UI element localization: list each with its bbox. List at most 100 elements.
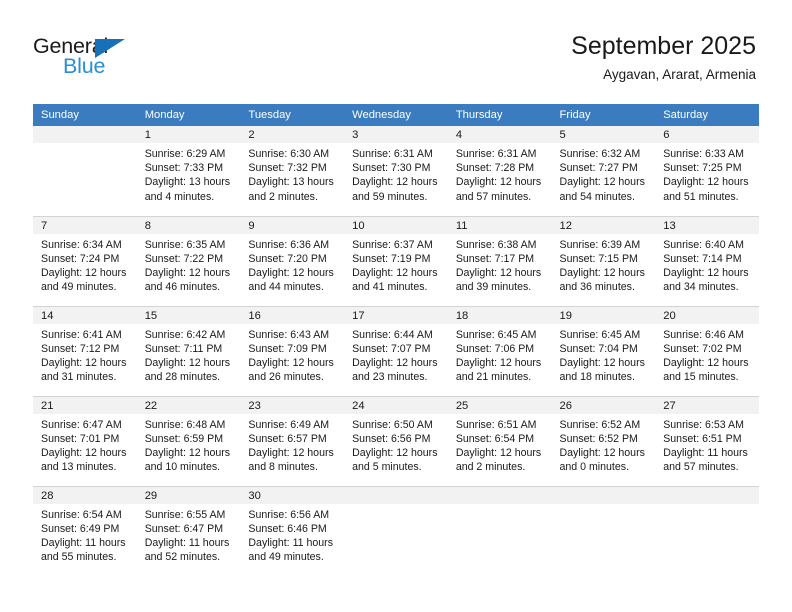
sunset-text: Sunset: 7:09 PM xyxy=(248,342,327,355)
calendar-day-cell[interactable]: 4 Sunrise: 6:31 AM Sunset: 7:28 PM Daylight… xyxy=(447,126,552,216)
sunset-text: Sunset: 7:07 PM xyxy=(352,342,431,355)
calendar-day-cell[interactable]: 10 Sunrise: 6:37 AM Sunset: 7:19 PM Dayligh… xyxy=(344,215,448,306)
calendar-day-cell[interactable]: 6 Sunrise: 6:33 AM Sunset: 7:25 PM Daylight… xyxy=(655,126,759,216)
day-details: Sunrise: 6:29 AM Sunset: 7:33 PM Daylight:… xyxy=(137,143,241,204)
sunset-text: Sunset: 7:01 PM xyxy=(41,432,120,445)
sunset-text: Sunset: 7:22 PM xyxy=(144,252,224,265)
calendar-day-cell[interactable]: 22 Sunrise: 6:48 AM Sunset: 6:59 PM Dayligh… xyxy=(136,395,241,486)
calendar-day-cell[interactable]: 21 Sunrise: 6:47 AM Sunset: 7:01 PM Dayligh… xyxy=(33,395,137,486)
calendar-week-row: 28 Sunrise: 6:54 AM Sunset: 6:49 PM Dayligh… xyxy=(33,485,759,576)
calendar-day-cell[interactable]: 27 Sunrise: 6:53 AM Sunset: 6:51 PM Dayligh… xyxy=(655,395,759,486)
sunrise-text: Sunrise: 6:37 AM xyxy=(352,238,433,251)
weekday-header-tuesday: Tuesday xyxy=(240,104,345,126)
daylight-text-line2: and 59 minutes. xyxy=(352,190,428,203)
day-number: 9 xyxy=(240,216,345,234)
calendar-day-cell[interactable]: 9 Sunrise: 6:36 AM Sunset: 7:20 PM Daylight… xyxy=(240,215,345,306)
calendar-day-cell[interactable]: 2 Sunrise: 6:30 AM Sunset: 7:32 PM Daylight… xyxy=(240,126,345,216)
daylight-text-line1: Daylight: 12 hours xyxy=(41,446,127,459)
day-number: 13 xyxy=(655,216,759,234)
daylight-text-line2: and 13 minutes. xyxy=(41,461,117,474)
day-number: 11 xyxy=(447,216,552,234)
daylight-text-line1: Daylight: 12 hours xyxy=(663,356,749,369)
calendar-day-cell[interactable]: 11 Sunrise: 6:38 AM Sunset: 7:17 PM Dayligh… xyxy=(447,215,552,306)
sunset-text: Sunset: 6:52 PM xyxy=(559,432,638,445)
daylight-text-line2: and 8 minutes. xyxy=(248,461,318,474)
daylight-text-line1: Daylight: 12 hours xyxy=(41,356,127,369)
day-number: 18 xyxy=(447,306,552,324)
daylight-text-line2: and 52 minutes. xyxy=(144,551,221,564)
daylight-text-line2: and 5 minutes. xyxy=(352,461,422,474)
sunrise-text: Sunrise: 6:49 AM xyxy=(248,418,330,431)
daylight-text-line2: and 2 minutes. xyxy=(248,190,318,203)
daylight-text-line2: and 39 minutes. xyxy=(455,281,532,294)
calendar-day-cell[interactable]: 29 Sunrise: 6:55 AM Sunset: 6:47 PM Dayligh… xyxy=(136,485,241,576)
calendar-week-row: 14 Sunrise: 6:41 AM Sunset: 7:12 PM Dayligh… xyxy=(33,305,759,396)
day-number: 17 xyxy=(344,306,448,324)
day-details: Sunrise: 6:32 AM Sunset: 7:27 PM Daylight:… xyxy=(552,143,656,204)
general-blue-logo[interactable]: General Blue xyxy=(33,35,153,84)
day-number: 5 xyxy=(551,126,656,143)
day-number: 6 xyxy=(655,126,759,143)
sunset-text: Sunset: 7:14 PM xyxy=(663,252,742,265)
calendar-day-cell[interactable]: 16 Sunrise: 6:43 AM Sunset: 7:09 PM Dayligh… xyxy=(240,305,345,396)
day-details: Sunrise: 6:43 AM Sunset: 7:09 PM Daylight:… xyxy=(240,324,344,385)
sunset-text: Sunset: 6:49 PM xyxy=(41,522,120,535)
daylight-text-line2: and 18 minutes. xyxy=(559,371,635,384)
calendar-day-cell[interactable]: 20 Sunrise: 6:46 AM Sunset: 7:02 PM Dayligh… xyxy=(655,305,759,396)
calendar-day-cell[interactable]: 23 Sunrise: 6:49 AM Sunset: 6:57 PM Dayligh… xyxy=(240,395,345,486)
day-details: Sunrise: 6:31 AM Sunset: 7:30 PM Daylight:… xyxy=(344,143,448,204)
calendar-day-cell[interactable]: 25 Sunrise: 6:51 AM Sunset: 6:54 PM Dayligh… xyxy=(447,395,552,486)
calendar-day-cell[interactable]: 8 Sunrise: 6:35 AM Sunset: 7:22 PM Daylight… xyxy=(136,215,241,306)
daylight-text-line1: Daylight: 11 hours xyxy=(248,536,334,549)
daylight-text-line2: and 2 minutes. xyxy=(455,461,526,474)
day-number: 20 xyxy=(655,306,759,324)
daylight-text-line1: Daylight: 11 hours xyxy=(41,536,126,549)
weekday-header-sunday: Sunday xyxy=(33,104,137,126)
sunrise-text: Sunrise: 6:46 AM xyxy=(663,328,744,341)
calendar-day-cell[interactable]: 1 Sunrise: 6:29 AM Sunset: 7:33 PM Daylight… xyxy=(136,126,241,216)
day-details: Sunrise: 6:48 AM Sunset: 6:59 PM Daylight:… xyxy=(137,414,241,475)
daylight-text-line1: Daylight: 12 hours xyxy=(352,176,438,189)
sunset-text: Sunset: 7:24 PM xyxy=(41,252,120,265)
calendar-day-cell[interactable]: 14 Sunrise: 6:41 AM Sunset: 7:12 PM Dayligh… xyxy=(33,305,137,396)
weekday-header-wednesday: Wednesday xyxy=(344,104,448,126)
calendar-day-cell[interactable]: 26 Sunrise: 6:52 AM Sunset: 6:52 PM Dayligh… xyxy=(551,395,656,486)
calendar-day-cell[interactable]: 19 Sunrise: 6:45 AM Sunset: 7:04 PM Dayligh… xyxy=(551,305,656,396)
daylight-text-line1: Daylight: 12 hours xyxy=(352,266,438,279)
day-number: 25 xyxy=(447,396,552,414)
sunset-text: Sunset: 6:47 PM xyxy=(144,522,224,535)
daylight-text-line1: Daylight: 12 hours xyxy=(352,446,438,459)
calendar-day-cell[interactable]: 7 Sunrise: 6:34 AM Sunset: 7:24 PM Daylight… xyxy=(33,215,137,306)
sunset-text: Sunset: 7:11 PM xyxy=(144,342,223,355)
daylight-text-line2: and 36 minutes. xyxy=(559,281,635,294)
sunrise-text: Sunrise: 6:40 AM xyxy=(663,238,744,251)
calendar-day-cell[interactable]: 3 Sunrise: 6:31 AM Sunset: 7:30 PM Daylight… xyxy=(344,126,448,216)
sunset-text: Sunset: 7:17 PM xyxy=(455,252,535,265)
calendar-day-cell[interactable]: 28 Sunrise: 6:54 AM Sunset: 6:49 PM Dayligh… xyxy=(33,485,137,576)
weekday-header-thursday: Thursday xyxy=(447,104,552,126)
calendar-day-cell[interactable]: 30 Sunrise: 6:56 AM Sunset: 6:46 PM Dayligh… xyxy=(240,485,345,576)
daylight-text-line2: and 31 minutes. xyxy=(41,371,117,384)
calendar-day-cell[interactable]: 15 Sunrise: 6:42 AM Sunset: 7:11 PM Dayligh… xyxy=(136,305,241,396)
calendar-grid: Sunday Monday Tuesday Wednesday Thursday Frid… xyxy=(33,104,759,576)
sunrise-text: Sunrise: 6:41 AM xyxy=(41,328,122,341)
sunrise-text: Sunrise: 6:51 AM xyxy=(455,418,537,431)
day-details: Sunrise: 6:40 AM Sunset: 7:14 PM Daylight:… xyxy=(655,234,759,295)
calendar-day-cell[interactable]: 24 Sunrise: 6:50 AM Sunset: 6:56 PM Dayligh… xyxy=(344,395,448,486)
daylight-text-line1: Daylight: 12 hours xyxy=(144,356,231,369)
calendar-day-cell[interactable]: 12 Sunrise: 6:39 AM Sunset: 7:15 PM Dayligh… xyxy=(551,215,656,306)
weekday-header-row: Sunday Monday Tuesday Wednesday Thursday Frid… xyxy=(33,104,759,126)
page-header: General Blue September 2025 Aygavan, Ara… xyxy=(0,0,792,104)
calendar-day-cell[interactable]: 18 Sunrise: 6:45 AM Sunset: 7:06 PM Dayligh… xyxy=(447,305,552,396)
sunset-text: Sunset: 7:27 PM xyxy=(559,162,638,175)
day-number: 2 xyxy=(240,126,345,143)
calendar-day-cell[interactable]: 17 Sunrise: 6:44 AM Sunset: 7:07 PM Dayligh… xyxy=(344,305,448,396)
calendar-day-cell[interactable]: 5 Sunrise: 6:32 AM Sunset: 7:27 PM Daylight… xyxy=(551,126,656,216)
day-number xyxy=(447,486,552,504)
day-number: 4 xyxy=(447,126,552,143)
sunset-text: Sunset: 7:20 PM xyxy=(248,252,327,265)
weekday-header-saturday: Saturday xyxy=(655,104,759,126)
daylight-text-line2: and 21 minutes. xyxy=(455,371,532,384)
calendar-day-cell[interactable]: 13 Sunrise: 6:40 AM Sunset: 7:14 PM Dayligh… xyxy=(655,215,759,306)
daylight-text-line1: Daylight: 12 hours xyxy=(248,356,334,369)
